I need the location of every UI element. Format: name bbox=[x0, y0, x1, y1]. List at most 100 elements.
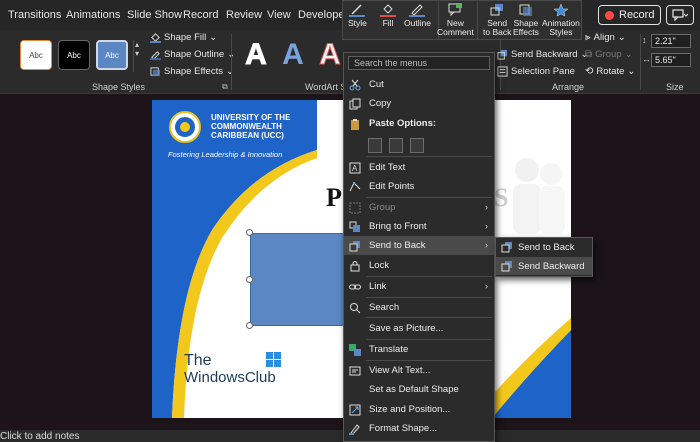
menu-item-label: Send to Back bbox=[369, 240, 426, 251]
shape-styles-gallery-scroll[interactable]: ▴ ▾ bbox=[133, 40, 141, 72]
tab-animations[interactable]: Animations bbox=[66, 9, 120, 21]
wordart-letter: A bbox=[282, 38, 304, 71]
mini-separator bbox=[477, 1, 478, 39]
menu-item-label: Cut bbox=[369, 79, 384, 90]
shape-fill-button[interactable]: Shape Fill ⌄ bbox=[150, 32, 217, 43]
chevron-down-icon: ⌄ bbox=[209, 32, 218, 43]
menu-item-link[interactable]: Link › bbox=[344, 277, 494, 296]
paint-bucket-icon bbox=[380, 4, 396, 17]
paste-use-destination-theme-icon[interactable] bbox=[368, 138, 382, 153]
animation-star-icon bbox=[553, 3, 569, 17]
shape-style-swatch-black[interactable]: Abc bbox=[58, 40, 90, 70]
tab-slide-show[interactable]: Slide Show bbox=[127, 9, 182, 21]
wordart-style-blue[interactable]: A bbox=[278, 37, 308, 73]
mini-style-button[interactable]: Style bbox=[348, 3, 367, 28]
resize-handle[interactable] bbox=[246, 276, 253, 283]
align-button[interactable]: ⫸ Align ⌄ bbox=[585, 32, 626, 43]
mini-fill-label: Fill bbox=[382, 18, 394, 28]
width-icon: ↔ bbox=[642, 54, 651, 64]
mini-animation-styles-label: Styles bbox=[549, 27, 573, 37]
university-name-line: CARIBBEAN (UCC) bbox=[211, 131, 284, 140]
group-button[interactable]: ⧉ Group ⌄ bbox=[585, 49, 633, 60]
shape-style-swatch-orange[interactable]: Abc bbox=[20, 40, 52, 70]
menu-item-size-and-position[interactable]: Size and Position... bbox=[344, 400, 494, 419]
shape-style-swatch-blue[interactable]: Abc bbox=[96, 40, 128, 70]
mini-new-comment-button[interactable]: New Comment bbox=[437, 3, 474, 37]
paint-bucket-icon bbox=[150, 33, 161, 43]
shape-height-input[interactable]: 2.21" bbox=[651, 34, 691, 48]
slide-title-faded-part[interactable]: S bbox=[494, 183, 508, 213]
menu-item-edit-text[interactable]: A Edit Text bbox=[344, 158, 494, 177]
menu-item-group[interactable]: Group › bbox=[344, 198, 494, 217]
menu-item-save-as-picture[interactable]: Save as Picture... bbox=[344, 319, 494, 338]
mini-send-to-back-label: to Back bbox=[483, 27, 512, 37]
menu-item-label: Edit Text bbox=[369, 162, 406, 173]
mini-fill-button[interactable]: Fill bbox=[380, 3, 396, 28]
people-photo-graphic bbox=[513, 158, 565, 234]
tab-view[interactable]: View bbox=[267, 9, 291, 21]
slide-title-visible-part[interactable]: P bbox=[326, 183, 342, 213]
menu-item-set-default-shape[interactable]: Set as Default Shape bbox=[344, 380, 494, 399]
notes-placeholder[interactable]: Click to add notes bbox=[0, 431, 80, 442]
menu-item-view-alt-text[interactable]: View Alt Text... bbox=[344, 361, 494, 380]
menu-item-copy[interactable]: Copy bbox=[344, 94, 494, 113]
shape-effects-icon bbox=[150, 67, 161, 77]
chevron-right-icon: › bbox=[485, 240, 488, 250]
paste-keep-source-formatting-icon[interactable] bbox=[389, 138, 403, 153]
chevron-right-icon: › bbox=[485, 281, 488, 291]
tab-transitions[interactable]: Transitions bbox=[8, 9, 61, 21]
submenu-item-send-to-back[interactable]: Send to Back bbox=[496, 238, 592, 256]
rotate-label: Rotate bbox=[596, 66, 625, 77]
shape-effects-button[interactable]: Shape Effects ⌄ bbox=[150, 66, 234, 77]
comments-button[interactable] bbox=[666, 5, 694, 25]
menu-item-format-shape[interactable]: Format Shape... bbox=[344, 419, 494, 438]
rotate-icon: ⟲ bbox=[585, 66, 594, 77]
mini-send-to-back-button[interactable]: Send to Back bbox=[483, 3, 511, 37]
mini-outline-button[interactable]: Outline bbox=[404, 3, 431, 28]
svg-text:A: A bbox=[352, 164, 358, 173]
selection-pane-button[interactable]: Selection Pane bbox=[497, 66, 575, 77]
menu-item-lock[interactable]: Lock bbox=[344, 256, 494, 275]
mini-shape-effects-button[interactable]: Shape Effects bbox=[513, 3, 539, 37]
dialog-launcher-icon[interactable]: ⧉ bbox=[222, 82, 228, 92]
submenu-item-label: Send to Back bbox=[518, 241, 575, 253]
menu-item-label: Size and Position... bbox=[369, 404, 451, 415]
menu-item-translate[interactable]: Translate bbox=[344, 340, 494, 359]
chevron-down-icon: ⌄ bbox=[624, 49, 633, 60]
shape-width-input[interactable]: 5.65" bbox=[651, 53, 691, 67]
menu-item-cut[interactable]: Cut bbox=[344, 75, 494, 94]
selected-rectangle-shape[interactable] bbox=[250, 233, 350, 326]
send-to-back-icon bbox=[490, 4, 504, 16]
menu-item-edit-points[interactable]: Edit Points bbox=[344, 177, 494, 196]
menu-item-label: Format Shape... bbox=[369, 423, 438, 434]
pen-icon bbox=[409, 4, 426, 17]
resize-handle[interactable] bbox=[246, 322, 253, 329]
wordart-style-red-outline[interactable]: A bbox=[315, 37, 345, 73]
record-button[interactable]: Record bbox=[598, 5, 661, 25]
tab-record[interactable]: Record bbox=[183, 9, 218, 21]
swatch-label: Abc bbox=[67, 50, 81, 60]
paste-as-picture-icon[interactable] bbox=[410, 138, 424, 153]
rotate-button[interactable]: ⟲ Rotate ⌄ bbox=[585, 66, 635, 77]
mini-animation-styles-button[interactable]: Animation Styles bbox=[542, 3, 580, 37]
send-backward-label: Send Backward bbox=[511, 49, 578, 60]
wordart-styles-group-label: WordArt S bbox=[305, 82, 347, 92]
menu-item-paste-options: Paste Options: bbox=[344, 114, 494, 133]
shape-effects-icon bbox=[519, 4, 532, 16]
tab-developer[interactable]: Developer bbox=[298, 9, 348, 21]
menu-item-search[interactable]: Search bbox=[344, 298, 494, 317]
tab-review[interactable]: Review bbox=[226, 9, 262, 21]
height-icon: ↕ bbox=[642, 35, 647, 45]
chevron-down-icon: ⌄ bbox=[617, 32, 626, 43]
menu-item-send-to-back[interactable]: Send to Back › bbox=[344, 236, 494, 255]
menu-item-label: Group bbox=[369, 202, 396, 213]
shape-outline-button[interactable]: Shape Outline⌄ bbox=[150, 49, 235, 60]
menu-item-bring-to-front[interactable]: Bring to Front › bbox=[344, 217, 494, 236]
context-menu-search-input[interactable]: Search the menus bbox=[348, 56, 490, 70]
resize-handle[interactable] bbox=[246, 229, 253, 236]
brush-icon bbox=[349, 4, 366, 17]
menu-item-label: View Alt Text... bbox=[369, 365, 431, 376]
wordart-style-white[interactable]: A bbox=[241, 37, 271, 73]
submenu-item-send-backward[interactable]: Send Backward bbox=[496, 257, 592, 275]
send-backward-button[interactable]: Send Backward ⌄ bbox=[497, 49, 589, 60]
